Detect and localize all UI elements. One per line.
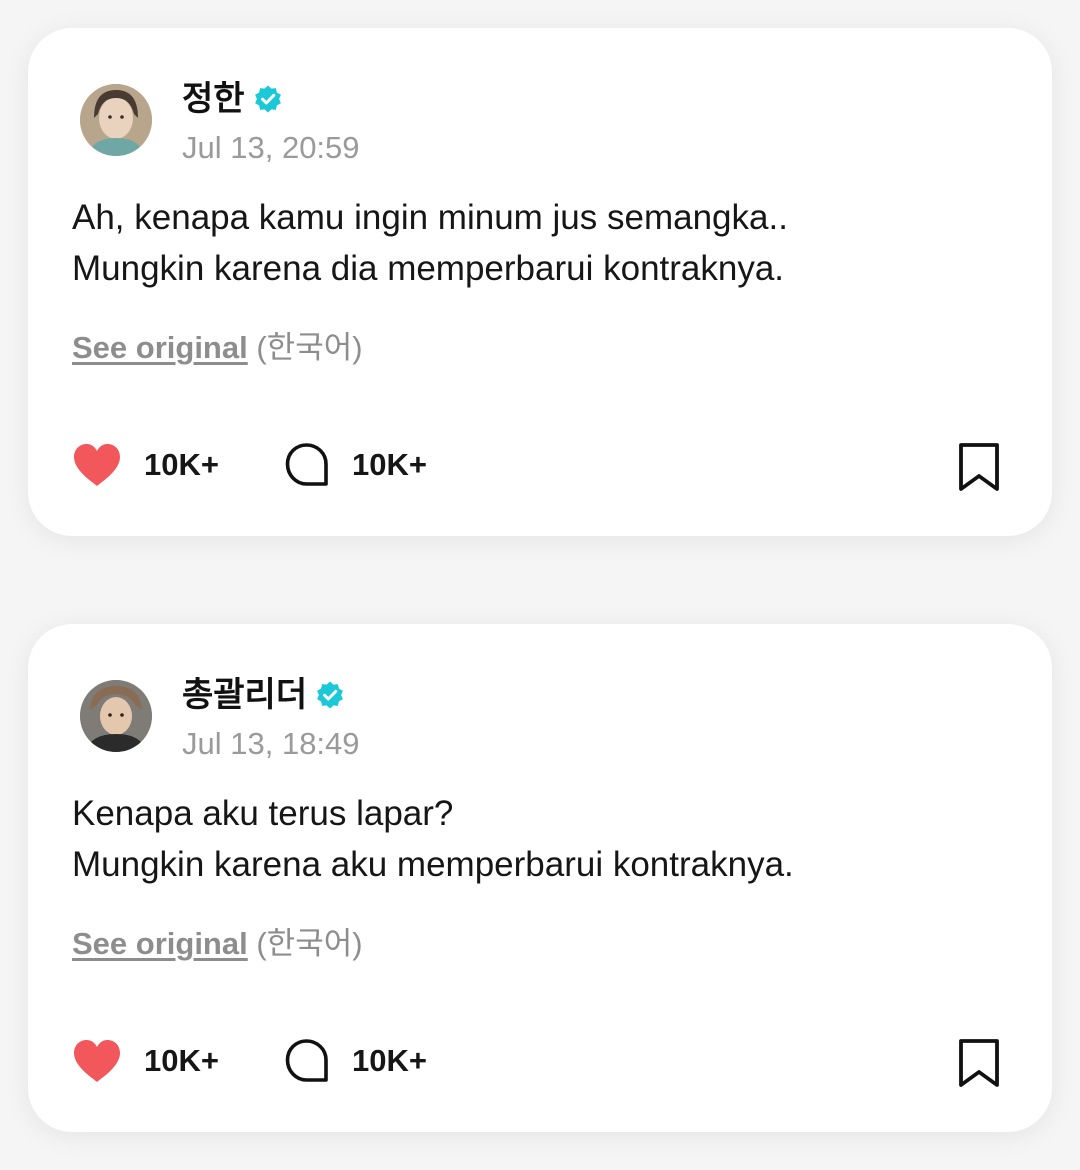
comment-bubble-icon — [284, 442, 330, 488]
post-timestamp: Jul 13, 20:59 — [182, 130, 360, 165]
see-original-link[interactable]: See original — [72, 926, 248, 961]
translation-info: See original (한국어) — [72, 328, 363, 368]
post-body-line: Ah, kenapa kamu ingin minum jus semangka… — [72, 198, 788, 237]
author-avatar[interactable] — [80, 680, 152, 752]
post-body: Kenapa aku terus lapar? Mungkin karena a… — [72, 788, 1012, 890]
like-button[interactable]: 10K+ — [72, 1036, 219, 1086]
post-body-line: Mungkin karena dia memperbarui kontrakny… — [72, 249, 785, 288]
post-body: Ah, kenapa kamu ingin minum jus semangka… — [72, 192, 1012, 294]
translation-info: See original (한국어) — [72, 924, 363, 964]
post-card: 정한 Jul 13, 20:59 Ah, kenapa kamu ingin m… — [28, 28, 1052, 536]
original-language-label: (한국어) — [256, 330, 363, 365]
post-body-line: Kenapa aku terus lapar? — [72, 794, 454, 833]
heart-icon — [72, 1039, 122, 1083]
bookmark-icon[interactable] — [956, 1038, 1002, 1088]
comment-count: 10K+ — [352, 1043, 427, 1078]
like-count: 10K+ — [144, 447, 219, 482]
author-avatar[interactable] — [80, 84, 152, 156]
author-name-text: 총괄리더 — [182, 676, 308, 714]
author-name[interactable]: 정한 — [182, 78, 283, 120]
like-count: 10K+ — [144, 1043, 219, 1078]
comment-button[interactable]: 10K+ — [284, 1036, 427, 1086]
comment-count: 10K+ — [352, 447, 427, 482]
post-timestamp: Jul 13, 18:49 — [182, 726, 360, 761]
comment-button[interactable]: 10K+ — [284, 440, 427, 490]
post-card: 총괄리더 Jul 13, 18:49 Kenapa aku terus lapa… — [28, 624, 1052, 1132]
post-body-line: Mungkin karena aku memperbarui kontrakny… — [72, 845, 794, 884]
comment-bubble-icon — [284, 1038, 330, 1084]
original-language-label: (한국어) — [256, 926, 363, 961]
verified-badge-icon — [315, 680, 345, 710]
author-name-text: 정한 — [182, 80, 245, 118]
verified-badge-icon — [253, 84, 283, 114]
like-button[interactable]: 10K+ — [72, 440, 219, 490]
bookmark-icon[interactable] — [956, 442, 1002, 492]
author-name[interactable]: 총괄리더 — [182, 674, 345, 716]
see-original-link[interactable]: See original — [72, 330, 248, 365]
heart-icon — [72, 443, 122, 487]
